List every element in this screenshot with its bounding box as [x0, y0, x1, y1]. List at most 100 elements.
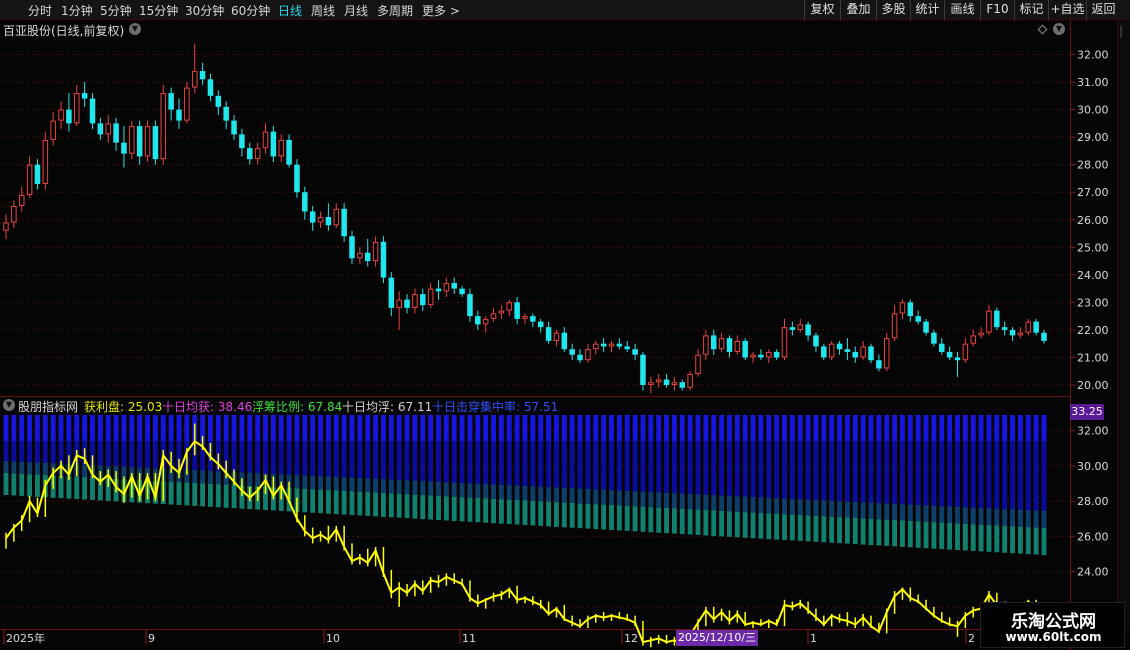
chip-bar-mid	[263, 441, 268, 474]
chip-bar-mid	[907, 441, 913, 505]
statistics-button[interactable]: 统计	[910, 0, 944, 20]
candle-body	[530, 316, 536, 322]
watermark-brand: 乐淘公式网	[1011, 612, 1096, 632]
chip-bar-top	[955, 415, 960, 441]
chip-bar-teal	[530, 500, 536, 526]
candle-body	[663, 379, 670, 385]
adjust-button[interactable]: 复权	[804, 0, 840, 20]
time-label: 10	[326, 632, 340, 645]
chip-bar-teal	[357, 491, 363, 516]
chip-bar-teal	[734, 511, 740, 538]
chip-bar-mid	[648, 441, 654, 493]
chip-bar-top	[443, 415, 449, 441]
chip-bar-teal	[766, 513, 772, 540]
draw-line-button[interactable]: 画线	[944, 0, 980, 20]
chip-bar-teal	[907, 520, 913, 548]
chip-bar-mid	[498, 441, 504, 485]
tab-30min[interactable]: 30分钟	[185, 2, 224, 19]
chip-bar-teal	[231, 485, 237, 509]
chip-bar-low	[939, 506, 945, 523]
indicator-y-tick-label: 32.00	[1077, 425, 1109, 438]
candle-body	[1033, 321, 1039, 333]
tab-multi-period[interactable]: 多周期	[377, 2, 413, 19]
chevron-down-icon[interactable]: ▼	[3, 399, 15, 411]
tab-daily[interactable]: 日线	[278, 2, 302, 19]
chip-bar-teal	[900, 520, 905, 547]
chip-bar-top	[145, 415, 150, 441]
chip-bar-mid	[428, 441, 434, 482]
time-label: 11	[462, 632, 476, 645]
candle-body	[632, 349, 638, 355]
tab-5min[interactable]: 5分钟	[100, 2, 132, 19]
chip-bar-low	[687, 493, 693, 510]
chip-bar-low	[3, 461, 9, 473]
candle-body	[624, 346, 630, 350]
chip-bar-top	[215, 415, 221, 441]
chip-bar-low	[900, 504, 905, 521]
tab-15min[interactable]: 15分钟	[139, 2, 178, 19]
candle-body	[74, 93, 80, 124]
chip-bar-top	[939, 415, 945, 441]
chip-bar-mid	[632, 441, 638, 492]
chip-bar-mid	[679, 441, 685, 494]
chip-bar-mid	[152, 441, 158, 469]
chip-bar-teal	[365, 492, 371, 516]
chip-bar-teal	[955, 523, 960, 550]
right-info-strip[interactable]: |	[1117, 20, 1130, 630]
chip-bar-mid	[231, 441, 237, 472]
f10-button[interactable]: F10	[980, 0, 1014, 20]
chip-bar-low	[947, 506, 953, 523]
chip-bar-mid	[719, 441, 725, 496]
multi-stock-button[interactable]: 多股	[876, 0, 910, 20]
chip-bar-low	[648, 492, 654, 508]
candlestick-series	[3, 43, 1047, 394]
tab-more-label: 更多	[422, 4, 447, 18]
tab-weekly[interactable]: 周线	[311, 2, 335, 19]
chip-bar-top	[278, 415, 284, 441]
chip-bar-mid	[900, 441, 905, 505]
chip-bar-top	[66, 415, 72, 441]
tab-60min[interactable]: 60分钟	[231, 2, 270, 19]
chip-bar-mid	[585, 441, 591, 490]
chip-bar-teal	[978, 524, 984, 552]
chip-bar-top	[310, 415, 316, 441]
chip-bar-low	[821, 500, 827, 517]
chip-bar-low	[813, 500, 819, 516]
chip-bar-low	[554, 487, 559, 503]
add-watchlist-button[interactable]: +自选	[1048, 0, 1086, 20]
tab-more[interactable]: 更多 >	[422, 2, 460, 19]
chip-bar-low	[907, 504, 913, 521]
tab-monthly[interactable]: 月线	[344, 2, 368, 19]
chip-bar-top	[852, 415, 858, 441]
chip-bar-top	[601, 415, 607, 441]
chip-bar-low	[404, 480, 410, 495]
candle-body	[954, 357, 961, 361]
mark-button[interactable]: 标记	[1014, 0, 1048, 20]
chip-bar-top	[632, 415, 638, 441]
candle-body	[396, 299, 402, 308]
candle-body	[490, 313, 497, 319]
chip-bar-low	[656, 492, 662, 508]
chip-bar-teal	[962, 523, 968, 551]
stock-chart[interactable]: 32.00 31.00 30.00 29.00 28.00 27.00 26.00 25.00…	[0, 20, 1117, 650]
chip-bar-top	[538, 415, 544, 441]
chip-bar-teal	[74, 476, 80, 500]
chip-bar-teal	[333, 490, 339, 515]
candle-body	[766, 351, 772, 358]
candle-body	[545, 327, 552, 341]
chip-bar-mid	[609, 441, 614, 491]
tab-1min[interactable]: 1分钟	[61, 2, 93, 19]
chip-bar-top	[357, 415, 363, 441]
chip-bar-top	[255, 415, 261, 441]
overlay-button[interactable]: 叠加	[840, 0, 876, 20]
back-button[interactable]: 返回	[1086, 0, 1120, 20]
tab-intraday[interactable]: 分时	[28, 2, 52, 19]
candle-body	[97, 123, 104, 135]
time-label: 2025年	[6, 631, 45, 645]
candle-body	[876, 360, 882, 369]
chip-bar-low	[208, 470, 213, 484]
chip-bar-teal	[727, 511, 732, 537]
chip-bar-low	[766, 497, 772, 514]
chip-bar-top	[703, 415, 709, 441]
chip-bar-top	[593, 415, 599, 441]
